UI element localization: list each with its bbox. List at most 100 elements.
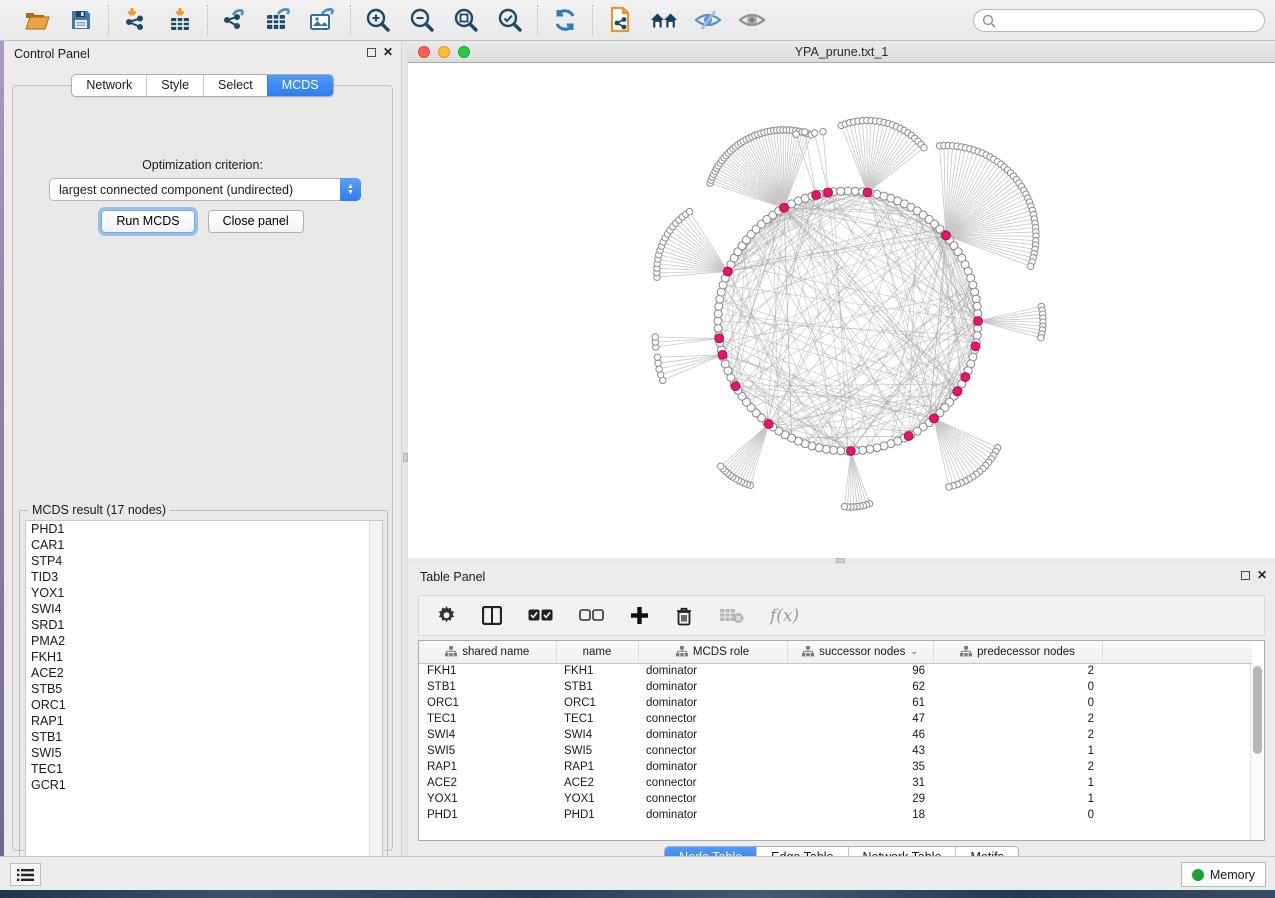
mcds-result-item[interactable]: GCR1 [26, 777, 382, 793]
open-file-button[interactable] [22, 5, 52, 35]
cell-name[interactable]: ACE2 [556, 775, 638, 791]
mcds-result-item[interactable]: SWI5 [26, 745, 382, 761]
cell-role[interactable]: dominator [638, 807, 787, 823]
mcds-result-item[interactable]: STB1 [26, 729, 382, 745]
network-node[interactable] [715, 302, 723, 310]
cell-successors[interactable]: 43 [787, 743, 933, 759]
zoom-selected-button[interactable] [495, 5, 525, 35]
cell-name[interactable]: SWI4 [556, 727, 638, 743]
tab-select[interactable]: Select [203, 75, 267, 96]
network-leaf-node[interactable] [811, 130, 817, 136]
cell-shared_name[interactable]: SWI5 [419, 743, 556, 759]
network-node[interactable] [851, 187, 859, 195]
network-node[interactable] [714, 317, 722, 325]
mcds-result-list[interactable]: PHD1CAR1STP4TID3YOX1SWI4SRD1PMA2FKH1ACE2… [25, 520, 383, 870]
network-dominator-node[interactable] [961, 373, 970, 382]
network-leaf-node[interactable] [1027, 263, 1033, 269]
cell-role[interactable]: dominator [638, 727, 787, 743]
network-dominator-node[interactable] [863, 188, 872, 197]
cell-shared_name[interactable]: SWI4 [419, 727, 556, 743]
network-dominator-node[interactable] [847, 447, 856, 456]
network-dominator-node[interactable] [904, 432, 913, 441]
network-dominator-node[interactable] [723, 267, 732, 276]
network-leaf-node[interactable] [841, 503, 847, 509]
cell-shared_name[interactable]: ACE2 [419, 775, 556, 791]
float-panel-icon[interactable] [1241, 571, 1250, 580]
column-header-name[interactable]: name [556, 641, 638, 663]
cell-successors[interactable]: 35 [787, 759, 933, 775]
zoom-in-button[interactable] [363, 5, 393, 35]
network-leaf-node[interactable] [652, 334, 658, 340]
table-row[interactable]: SWI5SWI5connector431 [419, 743, 1252, 759]
tab-mcds[interactable]: MCDS [267, 75, 333, 96]
create-column-button[interactable] [630, 606, 649, 625]
cell-successors[interactable]: 18 [787, 807, 933, 823]
network-node[interactable] [866, 445, 874, 453]
network-dominator-node[interactable] [812, 191, 821, 200]
network-dominator-node[interactable] [974, 317, 983, 326]
hide-selected-button[interactable] [693, 5, 723, 35]
cell-name[interactable]: ORC1 [556, 695, 638, 711]
optimization-criterion-dropdown[interactable]: largest connected component (undirected)… [49, 178, 361, 201]
mcds-result-item[interactable]: SWI4 [26, 601, 382, 617]
cell-name[interactable]: YOX1 [556, 791, 638, 807]
cell-predecessors[interactable]: 0 [933, 695, 1102, 711]
import-table-button[interactable] [165, 5, 195, 35]
zoom-out-button[interactable] [407, 5, 437, 35]
cell-role[interactable]: connector [638, 775, 787, 791]
network-node[interactable] [972, 295, 980, 303]
cell-name[interactable]: TEC1 [556, 711, 638, 727]
deselect-all-rows-button[interactable] [579, 609, 604, 622]
cell-predecessors[interactable]: 1 [933, 775, 1102, 791]
cell-successors[interactable]: 29 [787, 791, 933, 807]
cell-role[interactable]: connector [638, 711, 787, 727]
table-row[interactable]: SWI4SWI4dominator462 [419, 727, 1252, 743]
show-columns-button[interactable] [482, 606, 502, 625]
close-panel-icon[interactable]: ✕ [1257, 571, 1267, 580]
table-scrollbar[interactable] [1250, 664, 1263, 840]
table-row[interactable]: STB1STB1dominator620 [419, 679, 1252, 695]
cell-successors[interactable]: 96 [787, 663, 933, 679]
network-dominator-node[interactable] [718, 351, 727, 360]
save-session-button[interactable] [66, 5, 96, 35]
cell-shared_name[interactable]: STB1 [419, 679, 556, 695]
cell-predecessors[interactable]: 2 [933, 759, 1102, 775]
network-dominator-node[interactable] [731, 382, 740, 391]
network-leaf-node[interactable] [793, 131, 799, 137]
first-neighbors-button[interactable] [649, 5, 679, 35]
cell-predecessors[interactable]: 2 [933, 663, 1102, 679]
network-dominator-node[interactable] [764, 420, 773, 429]
cell-successors[interactable]: 61 [787, 695, 933, 711]
network-dominator-node[interactable] [953, 387, 962, 396]
mcds-result-item[interactable]: RAP1 [26, 713, 382, 729]
mcds-result-item[interactable]: ORC1 [26, 697, 382, 713]
cell-successors[interactable]: 47 [787, 711, 933, 727]
network-node[interactable] [973, 332, 981, 340]
mcds-result-item[interactable]: PMA2 [26, 633, 382, 649]
task-history-button[interactable] [10, 863, 41, 886]
network-leaf-node[interactable] [820, 129, 826, 135]
cell-predecessors[interactable]: 0 [933, 807, 1102, 823]
cell-predecessors[interactable]: 1 [933, 743, 1102, 759]
table-row[interactable]: FKH1FKH1dominator962 [419, 663, 1252, 679]
cell-name[interactable]: SWI5 [556, 743, 638, 759]
column-header-MCDS-role[interactable]: MCDS role [638, 641, 787, 663]
cell-shared_name[interactable]: TEC1 [419, 711, 556, 727]
table-row[interactable]: YOX1YOX1connector291 [419, 791, 1252, 807]
network-leaf-node[interactable] [1038, 335, 1044, 341]
run-mcds-button[interactable]: Run MCDS [101, 210, 194, 233]
cell-successors[interactable]: 46 [787, 727, 933, 743]
column-header-shared-name[interactable]: shared name [419, 641, 556, 663]
mcds-result-item[interactable]: STP4 [26, 553, 382, 569]
cell-predecessors[interactable]: 1 [933, 791, 1102, 807]
network-leaf-node[interactable] [655, 360, 661, 366]
search-field[interactable] [973, 9, 1265, 32]
network-leaf-node[interactable] [802, 129, 808, 135]
cell-shared_name[interactable]: RAP1 [419, 759, 556, 775]
close-panel-icon[interactable]: ✕ [383, 48, 393, 57]
cell-shared_name[interactable]: ORC1 [419, 695, 556, 711]
network-leaf-node[interactable] [921, 145, 927, 151]
cell-role[interactable]: dominator [638, 695, 787, 711]
select-all-rows-button[interactable] [528, 609, 553, 622]
mcds-list-scrollbar[interactable] [369, 521, 382, 869]
